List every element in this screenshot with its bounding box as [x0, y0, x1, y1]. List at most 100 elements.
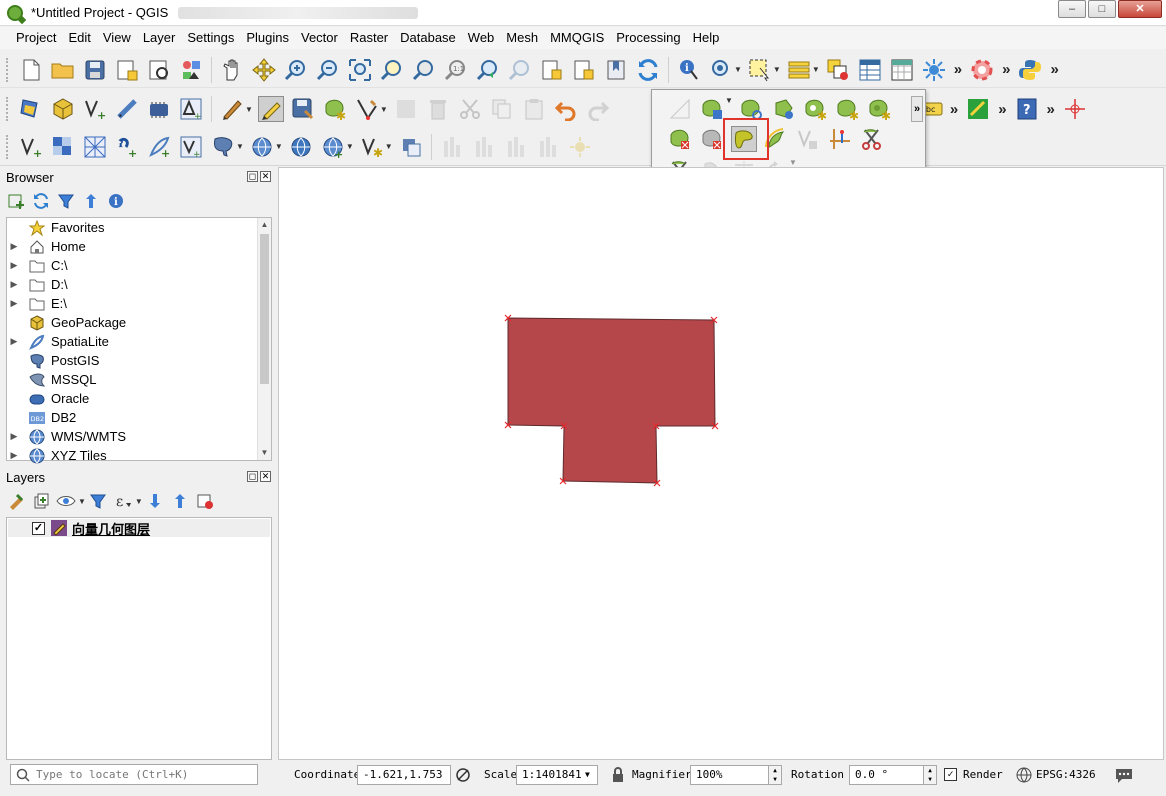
layers-close-button[interactable]: ✕	[260, 471, 271, 482]
select-by-value-icon[interactable]	[786, 57, 812, 83]
style-manager-icon[interactable]	[178, 57, 204, 83]
expand-arrow-icon[interactable]: ▶	[7, 260, 21, 271]
field-calculator-icon[interactable]	[889, 57, 915, 83]
menu-mesh[interactable]: Mesh	[500, 27, 544, 49]
paste-features-icon[interactable]	[521, 96, 547, 122]
add-group-icon[interactable]	[31, 491, 51, 511]
help-icon[interactable]: ?	[1014, 96, 1040, 122]
data-source-manager-icon[interactable]	[18, 96, 44, 122]
dropdown-arrow-icon[interactable]: ▼	[812, 65, 820, 74]
add-raster-layer-icon[interactable]	[50, 134, 76, 160]
trim-extend-icon[interactable]	[827, 126, 853, 152]
add-wcs-layer-icon[interactable]	[288, 134, 314, 160]
sun-tool-icon[interactable]	[567, 134, 593, 160]
scroll-thumb[interactable]	[260, 234, 269, 384]
browser-item-d-drive[interactable]: ▶ D:\	[7, 275, 257, 294]
zoom-to-selection-icon[interactable]	[379, 57, 405, 83]
expand-all-icon[interactable]	[145, 491, 165, 511]
zoom-last-icon[interactable]	[475, 57, 501, 83]
digitize-segment-icon[interactable]	[667, 96, 693, 122]
add-wms-layer-icon[interactable]	[249, 134, 275, 160]
reverse-line-icon[interactable]	[795, 126, 821, 152]
rotation-spinner[interactable]: ▲ ▼	[923, 765, 937, 785]
layers-float-button[interactable]: ◻	[247, 471, 258, 482]
digitize-vertex-icon[interactable]: +	[82, 96, 108, 122]
layer-visibility-checkbox[interactable]: ✓	[32, 521, 45, 535]
locator-input[interactable]: Type to locate (Ctrl+K)	[10, 764, 258, 785]
identify-features-icon[interactable]: i	[676, 57, 702, 83]
close-button[interactable]: ✕	[1118, 0, 1162, 18]
virtual-layer-icon[interactable]	[146, 96, 172, 122]
new-3d-map-icon[interactable]	[571, 57, 597, 83]
new-map-view-icon[interactable]	[539, 57, 565, 83]
bookmarks-icon[interactable]	[603, 57, 629, 83]
dropdown-arrow-icon[interactable]: ▼	[275, 142, 283, 151]
save-project-icon[interactable]	[82, 57, 108, 83]
python-console-icon[interactable]	[1017, 57, 1043, 83]
filter-legend-icon[interactable]	[88, 491, 108, 511]
menu-plugins[interactable]: Plugins	[240, 27, 295, 49]
add-selected-layers-icon[interactable]	[6, 191, 26, 211]
toggle-editing-icon[interactable]	[257, 96, 284, 122]
toolbar-overflow-button[interactable]: »	[954, 61, 962, 78]
browser-item-e-drive[interactable]: ▶ E:\	[7, 294, 257, 313]
zoom-out-icon[interactable]	[315, 57, 341, 83]
browser-close-button[interactable]: ✕	[260, 171, 271, 182]
rotation-field[interactable]: 0.0 °	[849, 765, 925, 785]
zoom-to-layer-icon[interactable]	[411, 57, 437, 83]
browser-item-geopackage[interactable]: GeoPackage	[7, 313, 257, 332]
dropdown-arrow-icon[interactable]: ▼	[773, 65, 781, 74]
filter-by-expression-icon[interactable]: ε	[113, 491, 133, 511]
new-print-layout-icon[interactable]	[114, 57, 140, 83]
browser-item-home[interactable]: ▶ Home	[7, 237, 257, 256]
refresh-icon[interactable]	[635, 57, 661, 83]
undo-icon[interactable]	[553, 96, 579, 122]
toolbar-grip[interactable]	[6, 57, 10, 82]
lock-scale-icon[interactable]	[611, 767, 625, 786]
menu-vector[interactable]: Vector	[295, 27, 344, 49]
new-geopackage-layer-icon[interactable]	[50, 96, 76, 122]
remove-layer-icon[interactable]	[195, 491, 215, 511]
new-temp-layer-icon[interactable]	[114, 96, 140, 122]
browser-item-wms[interactable]: ▶ WMS/WMTS	[7, 427, 257, 446]
crs-globe-icon[interactable]	[1016, 767, 1032, 786]
crosshair-icon[interactable]	[1062, 96, 1088, 122]
add-spatialite-icon[interactable]: +	[146, 134, 172, 160]
new-project-icon[interactable]	[18, 57, 44, 83]
fill-ring-icon[interactable]: ✱	[866, 96, 892, 122]
mesh-layer-icon[interactable]: +	[178, 96, 204, 122]
menu-web[interactable]: Web	[462, 27, 501, 49]
save-layer-edits-icon[interactable]	[290, 96, 316, 122]
shift-tool-icon[interactable]	[535, 134, 561, 160]
filter-browser-icon[interactable]	[56, 191, 76, 211]
browser-scrollbar[interactable]: ▲ ▼	[257, 218, 271, 460]
menu-edit[interactable]: Edit	[62, 27, 96, 49]
dropdown-arrow-icon[interactable]: ▼	[236, 142, 244, 151]
properties-icon[interactable]: i	[106, 191, 126, 211]
expand-arrow-icon[interactable]: ▶	[7, 241, 21, 252]
zoom-native-icon[interactable]: 1:1	[443, 57, 469, 83]
raster-plugin-icon[interactable]	[965, 96, 991, 122]
minimize-button[interactable]: –	[1058, 0, 1086, 18]
profile-tool-icon[interactable]	[471, 134, 497, 160]
add-polygon-feature-icon[interactable]: ✱	[322, 96, 348, 122]
popup-overflow-button[interactable]: »	[911, 96, 923, 122]
scale-dropdown-icon[interactable]: ▼	[585, 770, 590, 779]
menu-mmqgis[interactable]: MMQGIS	[544, 27, 610, 49]
toolbar-overflow-button[interactable]: »	[1050, 61, 1058, 78]
simplify-feature-icon[interactable]	[770, 96, 796, 122]
cut-features-icon[interactable]	[457, 96, 483, 122]
modify-attributes-icon[interactable]	[393, 96, 419, 122]
deselect-all-icon[interactable]	[825, 57, 851, 83]
toolbar-grip[interactable]	[6, 134, 10, 159]
menu-layer[interactable]: Layer	[137, 27, 182, 49]
pan-to-selection-icon[interactable]	[251, 57, 277, 83]
menu-help[interactable]: Help	[687, 27, 726, 49]
dropdown-arrow-icon[interactable]: ▼	[245, 105, 253, 114]
dropdown-arrow-icon[interactable]: ▼	[346, 142, 354, 151]
magnifier-field[interactable]: 100%	[690, 765, 770, 785]
add-wfs-layer-icon[interactable]: +	[320, 134, 346, 160]
zoom-in-icon[interactable]	[283, 57, 309, 83]
new-shapefile-icon[interactable]: ✱	[359, 134, 385, 160]
menu-view[interactable]: View	[97, 27, 137, 49]
